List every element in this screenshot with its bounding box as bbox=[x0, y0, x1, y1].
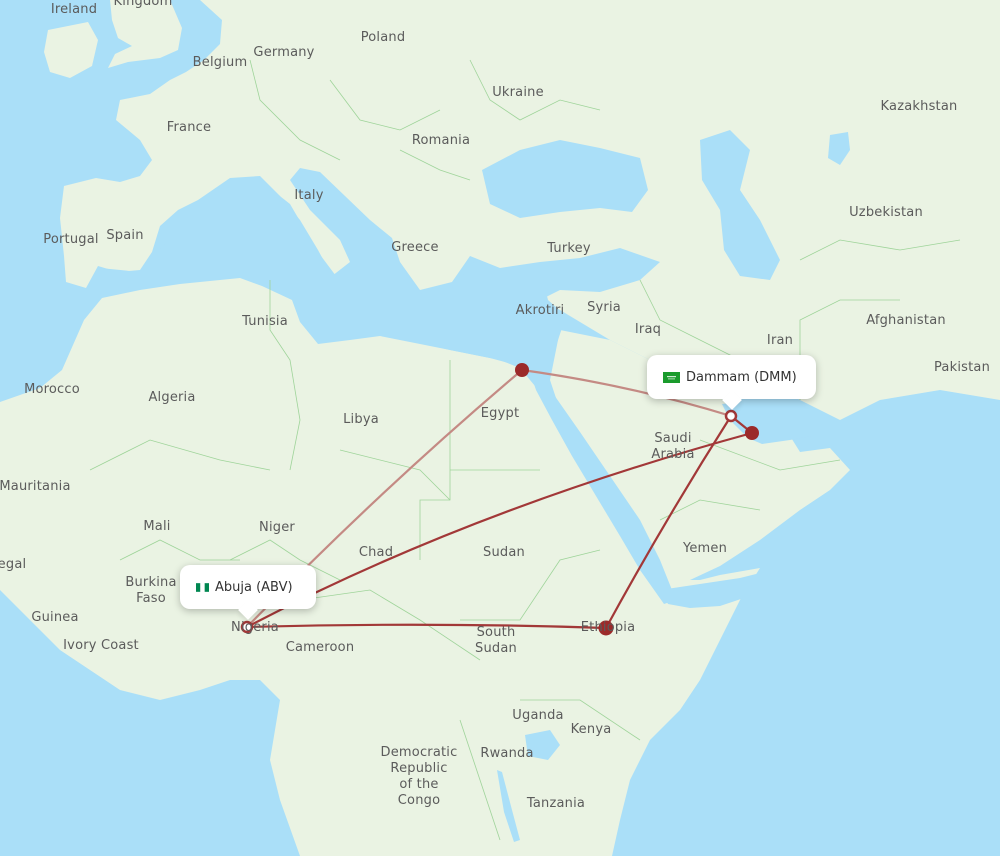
country-label-uganda: Uganda bbox=[512, 708, 564, 723]
stop-marker-cairo[interactable] bbox=[515, 363, 529, 377]
country-label-tunisia: Tunisia bbox=[242, 314, 288, 329]
saudi-arabia-flag-icon bbox=[663, 371, 680, 383]
country-label-libya: Libya bbox=[343, 412, 379, 427]
country-label-tanzania: Tanzania bbox=[526, 796, 586, 811]
country-label-cameroon: Cameroon bbox=[285, 640, 355, 655]
country-label-france: France bbox=[166, 120, 212, 135]
country-label-germany: Germany bbox=[253, 45, 315, 60]
country-label-uzbekistan: Uzbekistan bbox=[849, 205, 923, 220]
country-label-nigeria: Nigeria bbox=[231, 620, 279, 635]
country-label-south-sudan: South Sudan bbox=[475, 625, 517, 656]
country-label-egypt: Egypt bbox=[480, 406, 520, 421]
country-label-democratic-republic-of-the-congo: Democratic Republic of the Congo bbox=[380, 745, 458, 808]
route-map[interactable] bbox=[0, 0, 1000, 856]
country-label-mali: Mali bbox=[143, 519, 171, 534]
destination-label: Dammam (DMM) bbox=[686, 369, 797, 385]
country-label-ireland: Ireland bbox=[50, 2, 98, 17]
country-label-algeria: Algeria bbox=[148, 390, 196, 405]
country-label-poland: Poland bbox=[360, 30, 406, 45]
country-label-ukraine: Ukraine bbox=[492, 85, 544, 100]
country-label-italy: Italy bbox=[294, 188, 324, 203]
country-label-saudi-arabia: Saudi Arabia bbox=[651, 431, 695, 462]
country-label-spain: Spain bbox=[106, 228, 144, 243]
country-label-afghanistan: Afghanistan bbox=[866, 313, 946, 328]
nigeria-flag-icon bbox=[196, 582, 209, 592]
country-label-syria: Syria bbox=[587, 300, 621, 315]
country-label-iraq: Iraq bbox=[634, 322, 662, 337]
country-label-rwanda: Rwanda bbox=[480, 746, 534, 761]
country-label-sudan: Sudan bbox=[483, 545, 525, 560]
country-label-greece: Greece bbox=[391, 240, 439, 255]
country-label-turkey: Turkey bbox=[547, 241, 591, 256]
stop-marker-gulf[interactable] bbox=[745, 426, 759, 440]
country-label-belgium: Belgium bbox=[192, 55, 248, 70]
country-label-mauritania: Mauritania bbox=[0, 479, 71, 494]
country-label-portugal: Portugal bbox=[43, 232, 99, 247]
country-label-pakistan: Pakistan bbox=[933, 360, 991, 375]
destination-marker[interactable] bbox=[724, 409, 738, 423]
country-label-ivory-coast: Ivory Coast bbox=[63, 638, 139, 653]
country-label-iran: Iran bbox=[766, 333, 794, 348]
country-label-akrotiri: Akrotiri bbox=[515, 303, 565, 318]
destination-callout[interactable]: Dammam (DMM) bbox=[647, 355, 816, 399]
country-label-kazakhstan: Kazakhstan bbox=[880, 99, 958, 114]
country-label-chad: Chad bbox=[358, 545, 394, 560]
country-label-kenya: Kenya bbox=[570, 722, 612, 737]
country-label-romania: Romania bbox=[411, 133, 471, 148]
country-label-egal: egal bbox=[0, 557, 27, 572]
country-label-ethiopia: Ethiopia bbox=[580, 620, 636, 635]
country-label-yemen: Yemen bbox=[682, 541, 728, 556]
country-label-kingdom: Kingdom bbox=[113, 0, 173, 9]
origin-callout[interactable]: Abuja (ABV) bbox=[180, 565, 316, 609]
origin-label: Abuja (ABV) bbox=[215, 579, 293, 595]
country-label-guinea: Guinea bbox=[31, 610, 79, 625]
country-label-morocco: Morocco bbox=[24, 382, 80, 397]
country-label-burkina-faso: Burkina Faso bbox=[125, 575, 177, 606]
country-label-niger: Niger bbox=[259, 520, 295, 535]
